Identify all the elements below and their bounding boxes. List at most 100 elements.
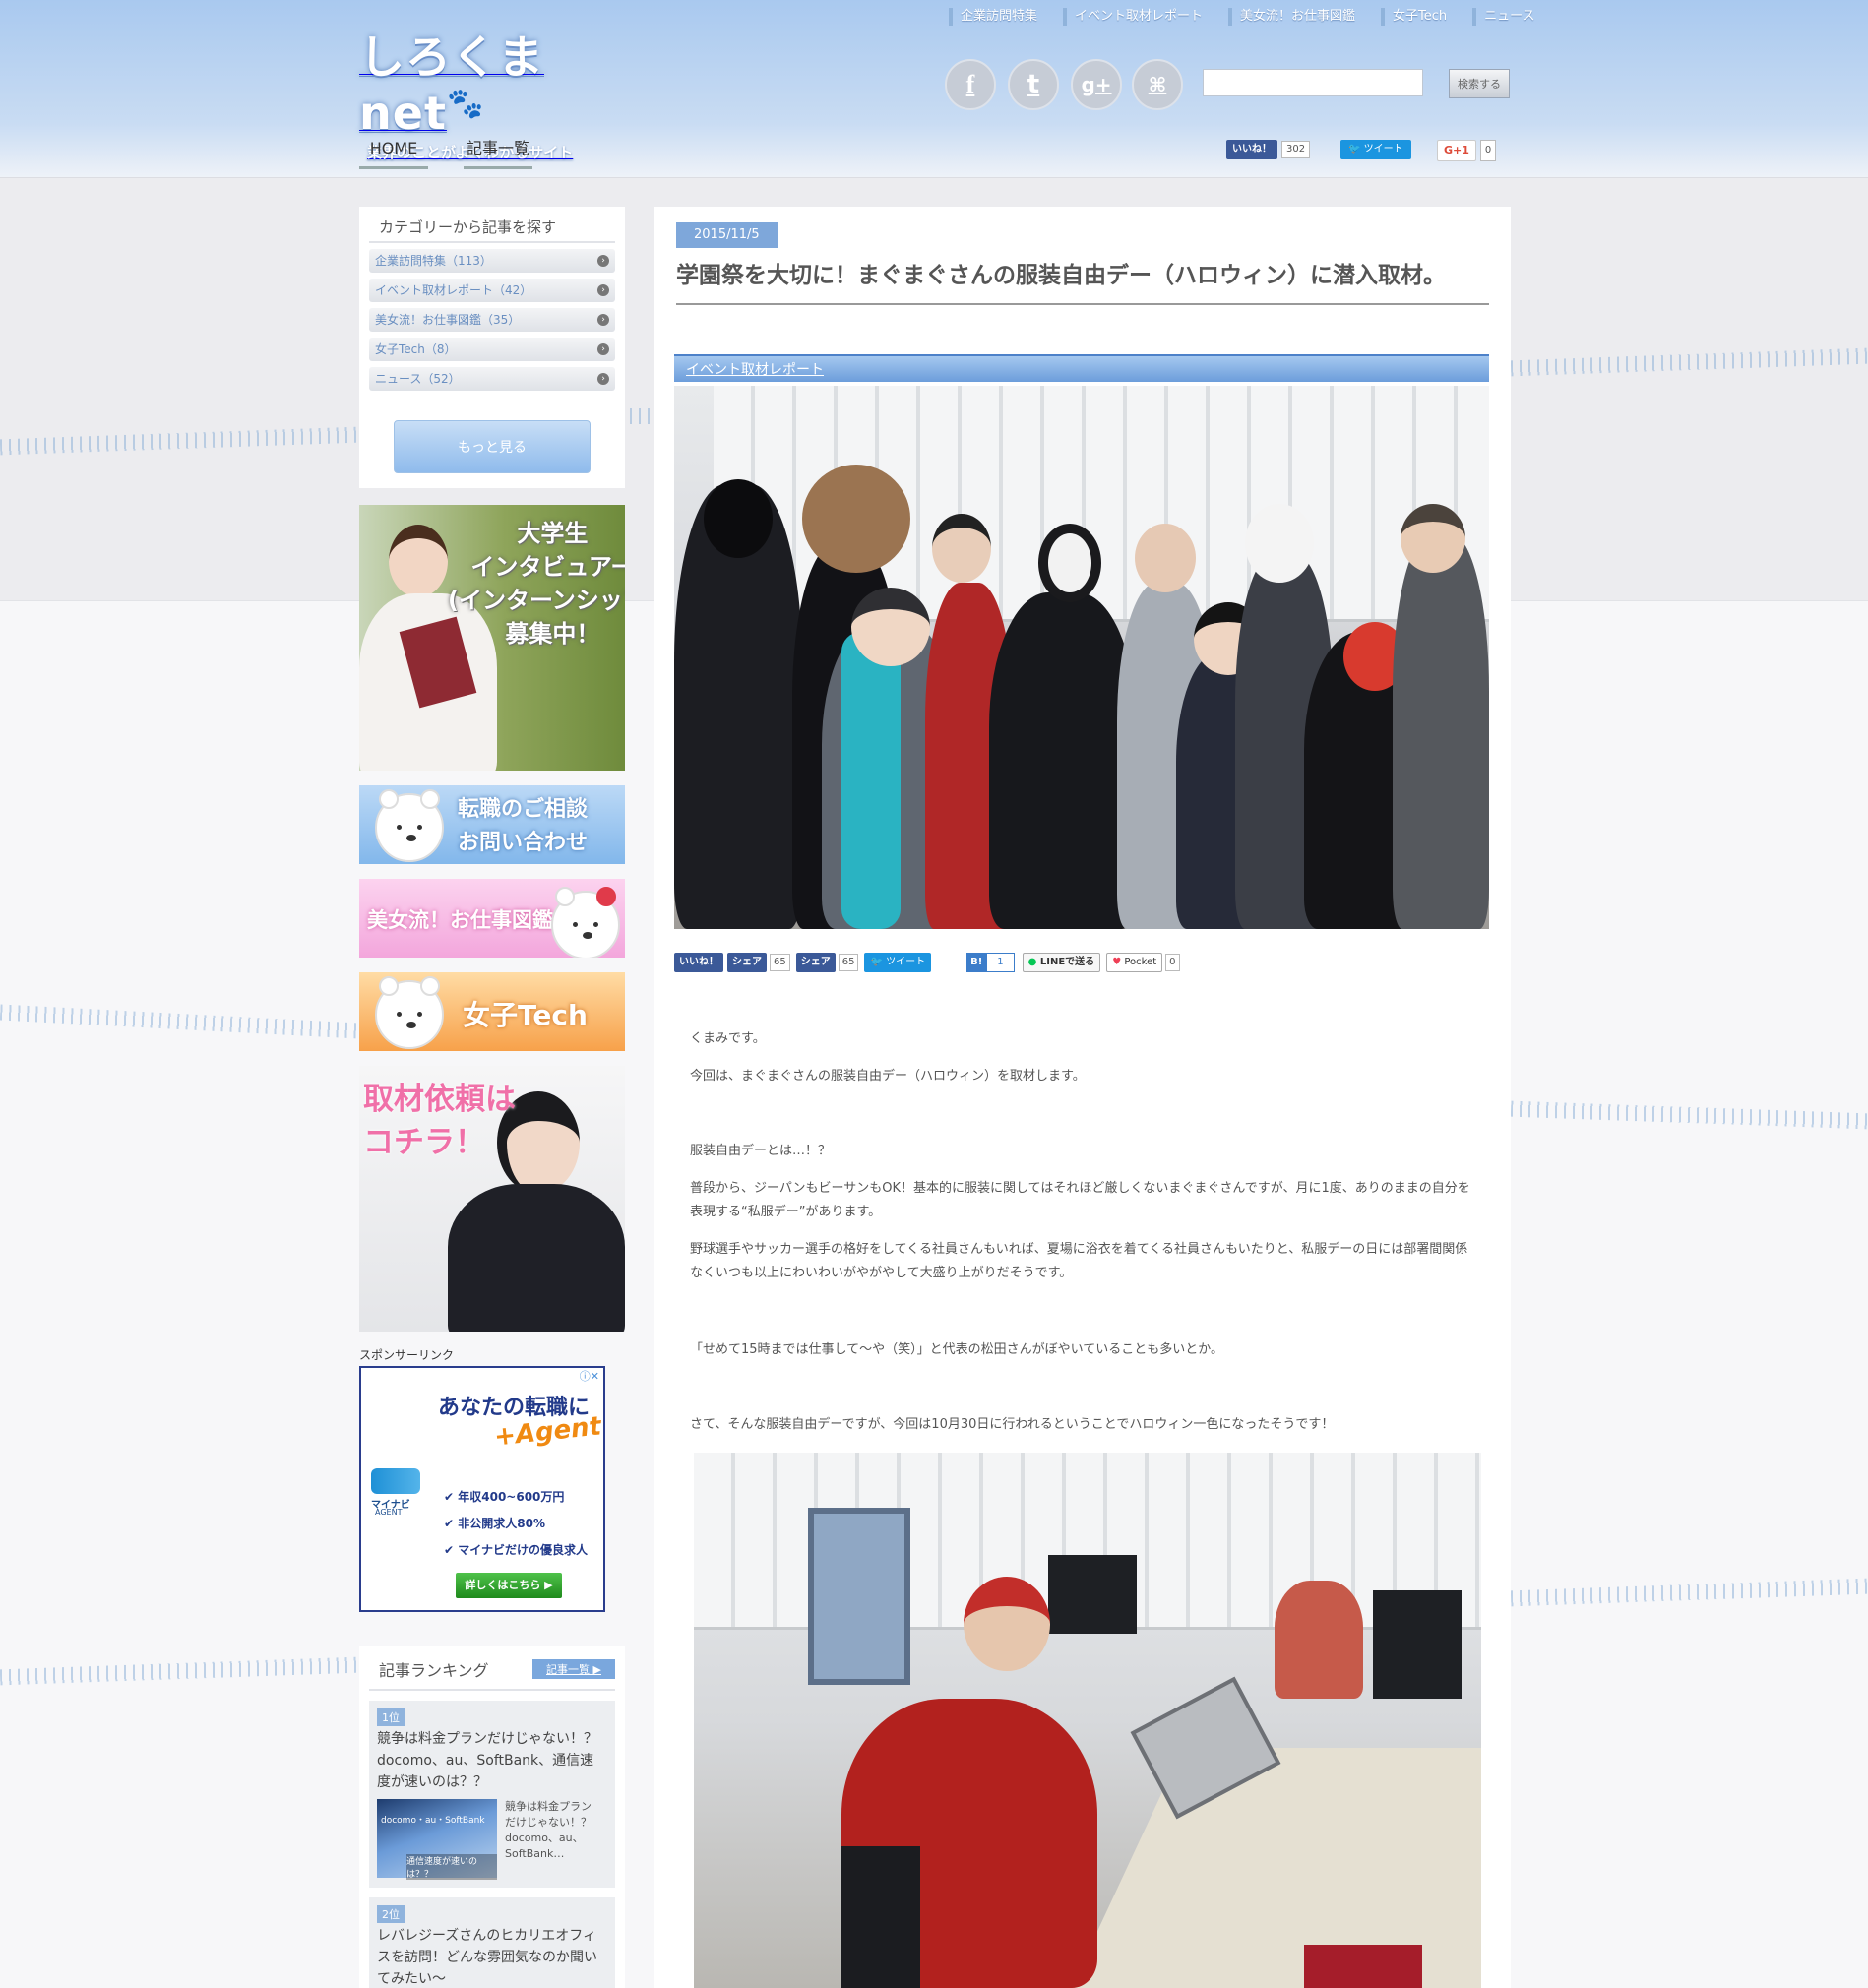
ad-choices-icon[interactable]: ⓘ✕ [580,1368,599,1384]
google-plus-icon[interactable]: g+ [1071,59,1122,110]
fb-like-button[interactable]: いいね！ [674,953,723,972]
category-item[interactable]: 美女流！お仕事図鑑（35） › [369,308,615,332]
paw-icon: 🐾 [446,87,484,121]
header-fb-like: いいね！ 302 [1226,140,1311,159]
check-icon: ✔ [444,1490,455,1504]
category-box: カテゴリーから記事を探す 企業訪問特集（113） › イベント取材レポート（42）… [359,207,625,488]
twitter-icon[interactable]: t [1008,59,1059,110]
arrow-right-icon: › [597,284,609,296]
banner-shuzai-text: 取材依頼は コチラ！ [363,1082,516,1160]
category-item[interactable]: 企業訪問特集（113） › [369,249,615,273]
bear-icon [375,976,444,1049]
photo-person-head [1135,524,1196,592]
pocket-label: Pocket [1124,957,1157,967]
ranking-list-link[interactable]: 記事一覧 ▶ [532,1659,615,1679]
pocket-count: 0 [1165,954,1180,971]
check-icon: ✔ [444,1543,455,1557]
ranking-headline: レバレジーズさんのヒカリエオフィスを訪問！どんな雰囲気なのか聞いてみたい〜 [377,1928,597,1987]
photo-person [1275,1581,1363,1699]
nav-home[interactable]: HOME [359,136,428,169]
photo-person-head [704,479,773,558]
arrow-right-icon: › [597,373,609,385]
arrow-right-icon: › [597,343,609,355]
top-nav-item[interactable]: 女子Tech [1381,8,1459,26]
fb-like-count: 302 [1281,141,1311,158]
ranking-headline: 競争は料金プランだけじゃない！？docomo、au、SoftBank、通信速度が… [377,1731,597,1790]
category-label: 企業訪問特集（113） [375,254,492,268]
hatena-button[interactable]: B! [966,953,987,972]
article-paragraph: くまみです。 [690,1031,766,1046]
more-button[interactable]: もっと見る [394,420,591,473]
fb-share-button[interactable]: シェア [795,953,836,972]
rss-icon[interactable]: ⌘ [1132,59,1183,110]
photo-person-head [932,514,991,583]
thumb-text: 通信速度が速いのは？？ [406,1854,497,1880]
line-button[interactable]: ● LINEで送る [1022,953,1101,972]
banner-tech-text: 女子Tech [463,999,588,1031]
photo-person-head [1038,524,1101,602]
logo-text: しろくまnet [359,31,544,140]
tweet-label: ツイート [1363,144,1403,155]
banner-person-body [448,1184,625,1332]
ad-point: マイナビだけの優良求人 [458,1543,589,1557]
photo-monitor [1373,1590,1462,1699]
header-tweet: 🐦 ツイート [1340,140,1411,159]
ranking-item[interactable]: 2位 レバレジーズさんのヒカリエオフィスを訪問！どんな雰囲気なのか聞いてみたい〜 [369,1897,615,1988]
banner-job-consult[interactable]: 転職のご相談 お問い合わせ [359,785,625,864]
ranking-item[interactable]: 1位 競争は料金プランだけじゃない！？docomo、au、SoftBank、通信… [369,1701,615,1888]
fb-share-button[interactable]: シェア [727,953,767,972]
search-button[interactable]: 検索する [1449,69,1510,98]
top-nav-item[interactable]: イベント取材レポート [1063,8,1214,26]
ranking-title-text: 記事ランキング [379,1661,489,1680]
ad-banner[interactable]: ⓘ✕ あなたの転職に +Agent マイナビ AGENT ✔ 年収400~600… [359,1366,605,1612]
bear-icon [375,789,444,862]
category-item[interactable]: 女子Tech（8） › [369,338,615,361]
article-paragraph: 普段から、ジーパンもビーサンもOK！基本的に服装に関してはそれほど厳しくないまぐ… [690,1181,1470,1219]
ad-point: 非公開求人80% [458,1517,545,1530]
facebook-icon[interactable]: f [945,59,996,110]
article-title: 学園祭を大切に！まぐまぐさんの服装自由デー（ハロウィン）に潜入取材。 [676,256,1489,305]
banner-shuzai[interactable]: 取材依頼は コチラ！ [359,1066,625,1332]
pocket-button[interactable]: ♥ Pocket [1106,953,1163,972]
mynavi-logo-icon [371,1468,420,1494]
article-paragraph: 野球選手やサッカー選手の格好をしてくる社員さんもいれば、夏場に浴衣を着てくる社員… [690,1242,1468,1280]
tweet-button[interactable]: 🐦 ツイート [864,953,932,972]
article-subheading: 服装自由デーとは…！？ [690,1144,832,1158]
banner-person [389,525,448,597]
fb-like-button[interactable]: いいね！ [1226,140,1277,159]
banner-bijo[interactable]: 美女流！お仕事図鑑 [359,879,625,958]
banner-intern-text: 大学生 インタビュアー (インターンシップ) 募集中！ [448,520,625,648]
photo-person-head [851,588,930,666]
site-logo[interactable]: しろくまnet🐾 業界のことがよくわかるサイト [359,22,615,161]
ranking-thumbnail: docomo・au・SoftBank 通信速度が速いのは？？ [377,1799,497,1880]
category-item[interactable]: ニュース（52） › [369,367,615,391]
rank-badge: 2位 [377,1905,405,1923]
ranking-box: 記事ランキング 記事一覧 ▶ 1位 競争は料金プランだけじゃない！？docomo、… [359,1646,625,1988]
banner-tech[interactable]: 女子Tech [359,972,625,1051]
thumb-text: docomo・au・SoftBank [381,1816,485,1826]
banner-bijo-text: 美女流！お仕事図鑑 [367,908,553,932]
search-input[interactable] [1203,69,1423,96]
top-nav-item[interactable]: 企業訪問特集 [949,8,1049,26]
tweet-button[interactable]: 🐦 ツイート [1340,140,1411,159]
category-title: カテゴリーから記事を探す [369,207,615,243]
main-nav: HOME 記事一覧 [359,136,568,169]
top-nav-item[interactable]: ニュース [1472,8,1546,26]
banner-intern[interactable]: 大学生 インタビュアー (インターンシップ) 募集中！ [359,505,625,771]
line-label: LINEで送る [1039,957,1095,967]
photo-person [1393,533,1489,929]
article-category[interactable]: イベント取材レポート [674,354,1489,382]
top-nav: 企業訪問特集 イベント取材レポート 美女流！お仕事図鑑 女子Tech ニュース [935,8,1547,26]
category-item[interactable]: イベント取材レポート（42） › [369,279,615,302]
ad-point: 年収400~600万円 [458,1490,565,1504]
article-paragraph: 「せめて15時までは仕事して〜や（笑）」と代表の松田さんがぼやいていることも多い… [690,1342,1224,1357]
photo-chair [841,1846,920,1988]
nav-article-list[interactable]: 記事一覧 [464,136,532,169]
photo-person-head [964,1577,1050,1671]
article: 2015/11/5 学園祭を大切に！まぐまぐさんの服装自由デー（ハロウィン）に潜… [654,207,1511,1988]
gplus-button[interactable]: G+1 [1437,140,1476,161]
ad-points: ✔ 年収400~600万円 ✔ 非公開求人80% ✔ マイナビだけの優良求人 [444,1484,588,1564]
top-nav-item[interactable]: 美女流！お仕事図鑑 [1228,8,1367,26]
ad-cta-button[interactable]: 詳しくはこちら ▶ [456,1573,562,1598]
line-icon: ● [1027,957,1037,967]
